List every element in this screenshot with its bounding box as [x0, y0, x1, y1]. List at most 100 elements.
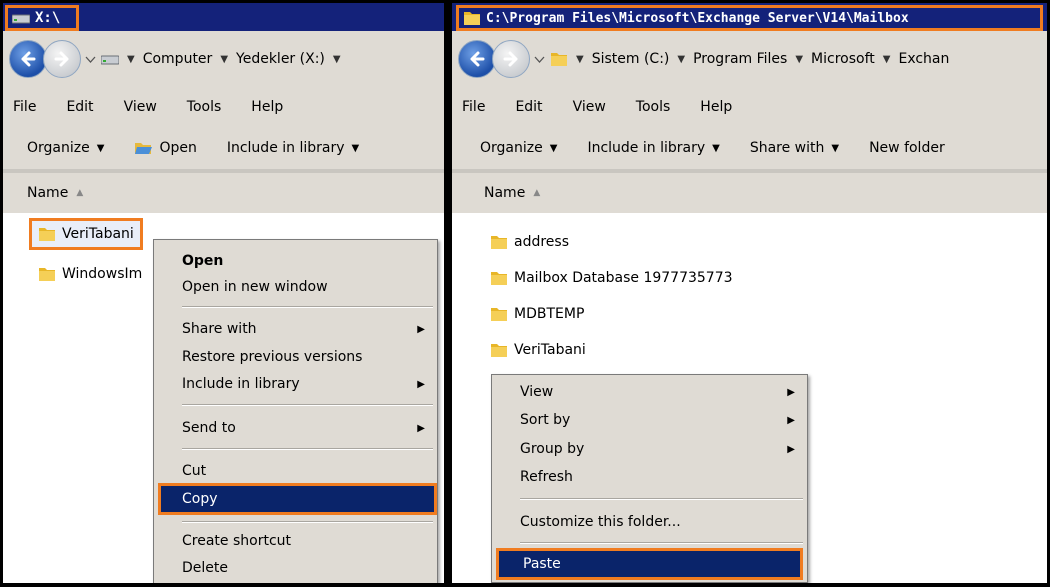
- sort-ascending-icon: ▲: [533, 188, 541, 198]
- submenu-arrow-icon: ▶: [417, 422, 425, 434]
- organize-button[interactable]: Organize ▼: [480, 140, 557, 156]
- menu-separator: [182, 404, 433, 406]
- breadcrumb-item[interactable]: Sistem (C:): [592, 51, 670, 67]
- breadcrumb-arrow-icon[interactable]: ▼: [677, 54, 685, 65]
- window-title: C:\Program Files\Microsoft\Exchange Serv…: [486, 10, 909, 26]
- menu-item-label: Include in library: [182, 376, 300, 392]
- menu-tools[interactable]: Tools: [187, 99, 222, 115]
- menu-item-label: Create shortcut: [182, 533, 292, 549]
- file-name: VeriTabani: [514, 342, 586, 358]
- drive-icon: [101, 55, 119, 65]
- folder-icon: [491, 308, 507, 321]
- menu-item-group-by[interactable]: Group by ▶: [520, 436, 801, 462]
- submenu-arrow-icon: ▶: [787, 386, 795, 398]
- menu-item-delete[interactable]: Delete: [182, 555, 431, 581]
- menu-item-label: Restore previous versions: [182, 349, 363, 365]
- menu-file[interactable]: File: [462, 99, 485, 115]
- drive-icon: [12, 14, 30, 24]
- menu-separator: [182, 521, 433, 523]
- column-header-label: Name: [27, 185, 69, 201]
- share-label: Share with: [749, 140, 825, 156]
- chevron-down-icon[interactable]: [85, 54, 96, 65]
- menu-item-customize-folder[interactable]: Customize this folder...: [520, 509, 801, 535]
- folder-icon: [491, 344, 507, 357]
- menu-item-create-shortcut[interactable]: Create shortcut: [182, 528, 431, 554]
- file-item-mdbtemp[interactable]: MDBTEMP: [490, 305, 584, 323]
- navigation-bar: ▼ Sistem (C:) ▼ Program Files ▼ Microsof…: [452, 31, 1047, 87]
- menu-item-copy[interactable]: Copy: [158, 483, 437, 515]
- dropdown-arrow-icon: ▼: [96, 142, 105, 154]
- menu-edit[interactable]: Edit: [515, 99, 542, 115]
- menu-item-open[interactable]: Open: [182, 248, 431, 274]
- breadcrumb-arrow-icon[interactable]: ▼: [795, 54, 803, 65]
- breadcrumb-arrow-icon[interactable]: ▼: [883, 54, 891, 65]
- forward-button[interactable]: [492, 40, 530, 78]
- file-item-windowsim[interactable]: WindowsIm: [38, 265, 142, 283]
- menu-help[interactable]: Help: [251, 99, 283, 115]
- file-name: Mailbox Database 1977735773: [514, 270, 733, 286]
- menu-tools[interactable]: Tools: [636, 99, 671, 115]
- file-item-mailbox-database[interactable]: Mailbox Database 1977735773: [490, 269, 733, 287]
- share-with-button[interactable]: Share with ▼: [750, 140, 839, 156]
- menu-view[interactable]: View: [124, 99, 157, 115]
- new-folder-label: New folder: [869, 140, 945, 156]
- chevron-down-icon[interactable]: [534, 54, 545, 65]
- menu-view[interactable]: View: [573, 99, 606, 115]
- file-item-address[interactable]: address: [490, 233, 569, 251]
- breadcrumb-item[interactable]: Program Files: [693, 51, 787, 67]
- menu-item-label: View: [520, 384, 554, 400]
- dropdown-arrow-icon: ▼: [712, 142, 720, 154]
- menu-edit[interactable]: Edit: [66, 99, 93, 115]
- dropdown-arrow-icon: ▼: [831, 142, 840, 154]
- menu-item-label: Open: [182, 253, 224, 269]
- open-folder-icon: [135, 143, 153, 154]
- back-button[interactable]: [458, 40, 496, 78]
- include-in-library-button[interactable]: Include in library ▼: [587, 140, 719, 156]
- column-header-name[interactable]: Name ▲: [3, 173, 444, 213]
- open-button[interactable]: Open: [134, 139, 197, 157]
- menu-item-include-in-library[interactable]: Include in library ▶: [182, 371, 431, 397]
- menu-help[interactable]: Help: [700, 99, 732, 115]
- organize-button[interactable]: Organize ▼: [27, 140, 104, 156]
- folder-icon: [39, 228, 55, 241]
- menu-item-restore-previous-versions[interactable]: Restore previous versions: [182, 344, 431, 370]
- menu-item-cut[interactable]: Cut: [182, 458, 431, 484]
- title-highlight: X:\: [5, 5, 79, 31]
- file-item-veritabani[interactable]: VeriTabani: [490, 341, 586, 359]
- back-button[interactable]: [9, 40, 47, 78]
- menu-item-send-to[interactable]: Send to ▶: [182, 415, 431, 441]
- menu-bar: File Edit View Tools Help: [3, 87, 444, 127]
- menu-separator: [520, 498, 803, 500]
- breadcrumb-arrow-icon[interactable]: ▼: [576, 54, 584, 65]
- menu-item-sort-by[interactable]: Sort by ▶: [520, 407, 801, 433]
- menu-item-label: Refresh: [520, 469, 573, 485]
- arrow-left-icon: [21, 51, 36, 67]
- context-menu: Open Open in new window Share with ▶ Rest…: [153, 239, 438, 583]
- menu-file[interactable]: File: [13, 99, 36, 115]
- open-label: Open: [159, 140, 197, 156]
- submenu-arrow-icon: ▶: [417, 378, 425, 390]
- file-item-veritabani[interactable]: VeriTabani: [29, 218, 143, 250]
- menu-item-open-new-window[interactable]: Open in new window: [182, 274, 431, 300]
- include-in-library-button[interactable]: Include in library ▼: [227, 140, 359, 156]
- menu-item-refresh[interactable]: Refresh: [520, 464, 801, 490]
- context-menu: View ▶ Sort by ▶ Group by ▶ Refresh Customi…: [491, 374, 808, 583]
- menu-item-paste[interactable]: Paste: [496, 548, 803, 580]
- command-bar: Organize ▼ Include in library ▼ Share with…: [452, 127, 1047, 169]
- breadcrumb-arrow-icon[interactable]: ▼: [127, 54, 135, 65]
- column-header-name[interactable]: Name ▲: [452, 173, 1047, 213]
- breadcrumb-item[interactable]: Microsoft: [811, 51, 875, 67]
- dropdown-arrow-icon: ▼: [351, 142, 360, 154]
- file-name: WindowsIm: [62, 266, 143, 282]
- breadcrumb-item[interactable]: Yedekler (X:): [236, 51, 325, 67]
- breadcrumb-arrow-icon[interactable]: ▼: [333, 54, 341, 65]
- breadcrumb-item[interactable]: Computer: [143, 51, 213, 67]
- breadcrumb-arrow-icon[interactable]: ▼: [220, 54, 228, 65]
- new-folder-button[interactable]: New folder: [869, 140, 945, 156]
- breadcrumb-item[interactable]: Exchan: [898, 51, 949, 67]
- menu-item-view[interactable]: View ▶: [520, 379, 801, 405]
- file-name: VeriTabani: [62, 226, 134, 242]
- forward-button[interactable]: [43, 40, 81, 78]
- menu-item-share-with[interactable]: Share with ▶: [182, 316, 431, 342]
- title-bar: X:\: [3, 3, 444, 31]
